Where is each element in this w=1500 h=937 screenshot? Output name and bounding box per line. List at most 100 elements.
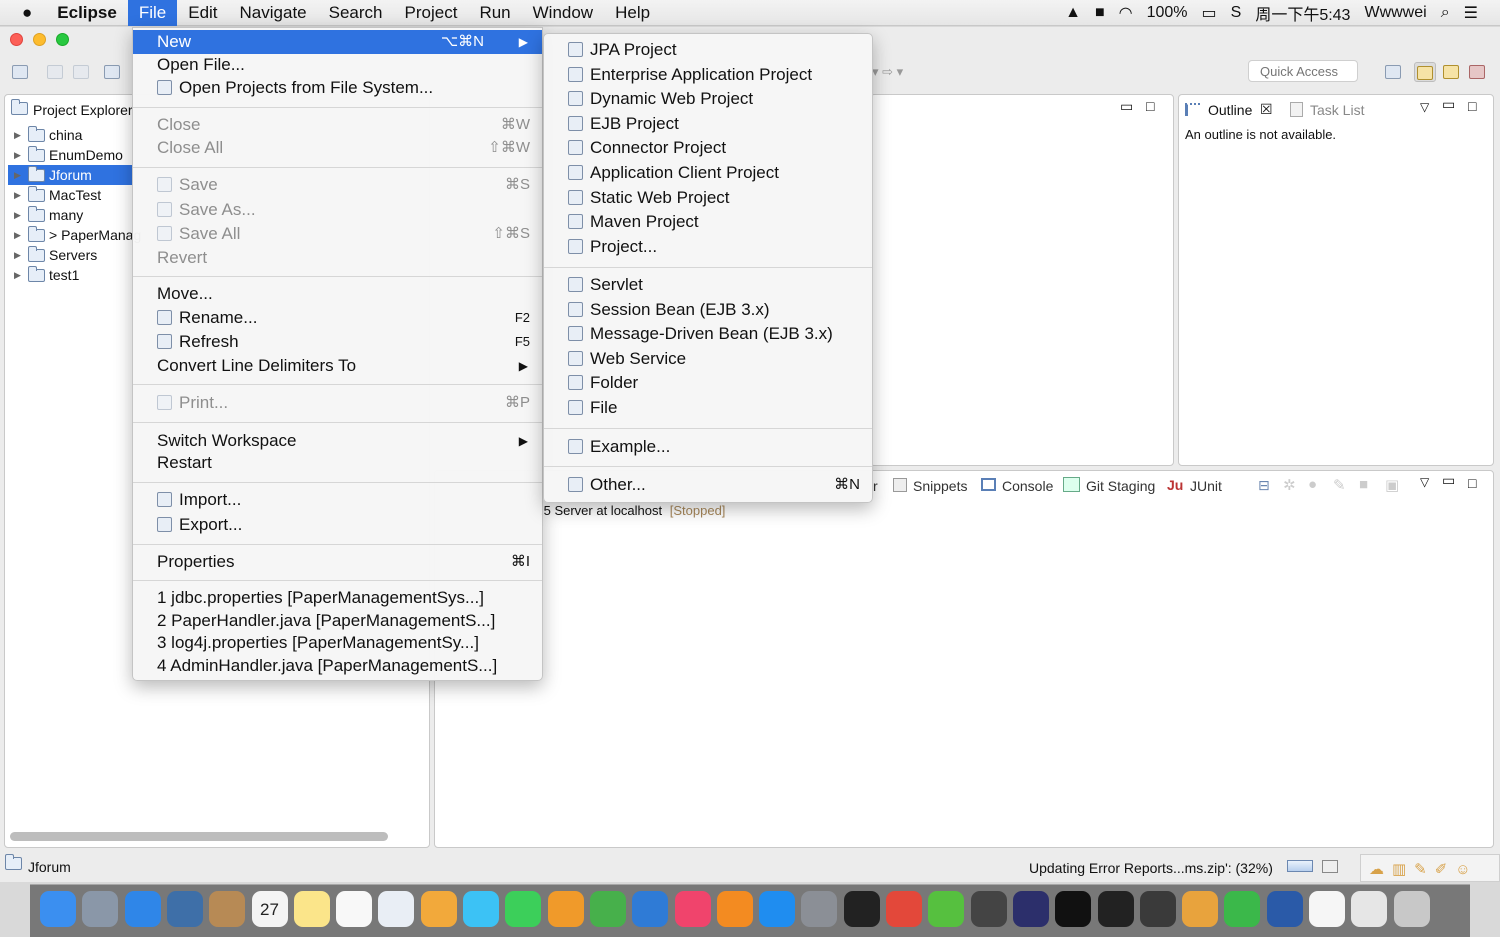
- menu-item-refresh[interactable]: Refresh F5: [133, 330, 542, 354]
- menu-run[interactable]: Run: [468, 0, 521, 26]
- minimize-bottom-icon[interactable]: ▭: [1442, 472, 1455, 489]
- open-perspective-icon[interactable]: [1382, 62, 1404, 82]
- submenu-item[interactable]: Dynamic Web Project: [544, 87, 872, 111]
- evernote-icon[interactable]: [928, 891, 965, 927]
- expand-arrow-icon[interactable]: ▶: [14, 225, 24, 245]
- maximize-editor-icon[interactable]: □: [1146, 98, 1154, 114]
- notification-center-icon[interactable]: ☰: [1464, 3, 1478, 23]
- submenu-item[interactable]: Enterprise Application Project: [544, 63, 872, 87]
- database-perspective-icon[interactable]: [1440, 62, 1462, 82]
- save-toolbar-button[interactable]: [44, 62, 66, 82]
- save-all-toolbar-button[interactable]: [70, 62, 92, 82]
- tree-item[interactable]: ▶ many: [14, 205, 83, 225]
- expand-arrow-icon[interactable]: ▶: [14, 245, 24, 265]
- submenu-item[interactable]: Project...: [544, 235, 872, 259]
- app-menu[interactable]: Eclipse: [46, 0, 128, 26]
- javaee-perspective-icon[interactable]: [1414, 62, 1436, 82]
- spotlight-icon[interactable]: ⌕: [1441, 4, 1450, 22]
- pages-icon[interactable]: [547, 891, 584, 927]
- battery-icon[interactable]: ▭: [1202, 3, 1217, 23]
- keynote-icon[interactable]: [632, 891, 669, 927]
- apple-icon[interactable]: ●: [0, 0, 46, 26]
- menu-item-close-all[interactable]: Close All ⇧⌘W: [133, 136, 542, 160]
- document-icon[interactable]: [1309, 891, 1345, 927]
- menu-item-print[interactable]: Print... ⌘P: [133, 391, 542, 415]
- sequel-icon[interactable]: [1182, 891, 1219, 927]
- notes-icon[interactable]: [293, 891, 330, 927]
- forward-nav-icon[interactable]: ▾ ⇨ ▾: [872, 64, 903, 80]
- menu-item-open-file[interactable]: Open File...: [133, 53, 542, 77]
- photos-viewer-icon[interactable]: [378, 891, 415, 927]
- terminal-icon[interactable]: [843, 891, 880, 927]
- tab-git-staging[interactable]: Git Staging: [1086, 478, 1155, 494]
- menu-item-revert[interactable]: Revert: [133, 246, 542, 270]
- menu-item-close[interactable]: Close ⌘W: [133, 113, 542, 137]
- submenu-item[interactable]: EJB Project: [544, 112, 872, 136]
- photos-icon[interactable]: [420, 891, 457, 927]
- collapse-all-icon[interactable]: ⊟: [1258, 477, 1270, 494]
- menu-item-recent-file[interactable]: 3 log4j.properties [PaperManagementSy...…: [133, 631, 542, 655]
- server-publish-icon[interactable]: ▣: [1385, 476, 1399, 494]
- expand-arrow-icon[interactable]: ▶: [14, 125, 24, 145]
- numbers-icon[interactable]: [589, 891, 626, 927]
- messages-icon[interactable]: [463, 891, 499, 927]
- system-preferences-icon[interactable]: [801, 891, 838, 927]
- submenu-item[interactable]: Application Client Project: [544, 161, 872, 185]
- menu-item-recent-file[interactable]: 1 jdbc.properties [PaperManagementSys...…: [133, 586, 542, 610]
- submenu-item[interactable]: Connector Project: [544, 136, 872, 160]
- facetime-icon[interactable]: [505, 891, 542, 927]
- contacts-icon[interactable]: [209, 891, 246, 927]
- safari-icon[interactable]: [124, 891, 161, 927]
- expand-arrow-icon[interactable]: ▶: [14, 265, 24, 285]
- status-progress-text[interactable]: Updating Error Reports...ms.zip': (32%): [1029, 860, 1273, 876]
- word-icon[interactable]: [1266, 891, 1303, 927]
- sogou-icon[interactable]: S: [1231, 4, 1242, 22]
- tab-console[interactable]: Console: [1002, 478, 1053, 494]
- quick-access-input[interactable]: [1248, 60, 1358, 82]
- tree-item[interactable]: ▶ Servers: [14, 245, 97, 265]
- preview-icon[interactable]: [166, 891, 203, 927]
- wechat-icon[interactable]: [1224, 891, 1261, 927]
- menu-item-rename[interactable]: Rename... F2: [133, 306, 542, 330]
- minimize-editor-icon[interactable]: ▭: [1120, 98, 1133, 115]
- submenu-item[interactable]: Folder: [544, 371, 872, 395]
- shield-icon[interactable]: ■: [1095, 4, 1105, 22]
- menu-item-convert-line-delimiters[interactable]: Convert Line Delimiters To ▶: [133, 354, 542, 378]
- app-store-icon[interactable]: [759, 891, 796, 927]
- submenu-item[interactable]: Web Service: [544, 347, 872, 371]
- menu-item-save-all[interactable]: Save All ⇧⌘S: [133, 222, 542, 246]
- menu-file[interactable]: File: [127, 0, 178, 26]
- progress-view-icon[interactable]: [1322, 860, 1338, 873]
- chrome-icon[interactable]: [886, 891, 922, 927]
- server-debug-icon[interactable]: ✲: [1283, 476, 1296, 494]
- menu-item-export[interactable]: Export...: [133, 513, 542, 537]
- tree-item[interactable]: ▶ > PaperManag: [14, 225, 141, 245]
- server-start-icon[interactable]: ●: [1308, 476, 1317, 493]
- menu-item-recent-file[interactable]: 2 PaperHandler.java [PaperManagementS...…: [133, 609, 542, 633]
- calendar-icon[interactable]: 27: [251, 891, 288, 927]
- server-stop-icon[interactable]: ■: [1359, 476, 1368, 493]
- tab-junit[interactable]: JUnit: [1190, 478, 1222, 494]
- launchpad-icon[interactable]: [82, 891, 119, 927]
- server-entry[interactable]: .5 Server at localhost [Stopped]: [540, 503, 725, 518]
- trash-icon[interactable]: [1393, 891, 1430, 927]
- submenu-item[interactable]: Session Bean (EJB 3.x): [544, 298, 872, 322]
- tree-item[interactable]: ▶ china: [14, 125, 82, 145]
- menu-navigate[interactable]: Navigate: [229, 0, 318, 26]
- status-tray-icons[interactable]: ☁▥✎✐☺: [1360, 854, 1500, 882]
- reminders-icon[interactable]: [336, 891, 373, 927]
- submenu-item[interactable]: Servlet: [544, 273, 872, 297]
- view-menu-icon[interactable]: ▽: [1420, 475, 1429, 489]
- battery-percent[interactable]: 100%: [1147, 4, 1188, 22]
- expand-arrow-icon[interactable]: ▶: [14, 185, 24, 205]
- qq-icon[interactable]: ▲: [1065, 4, 1081, 22]
- submenu-item[interactable]: Message-Driven Bean (EJB 3.x): [544, 322, 872, 346]
- maximize-outline-icon[interactable]: □: [1468, 98, 1476, 114]
- menu-item-open-projects[interactable]: Open Projects from File System...: [133, 76, 542, 100]
- submenu-item[interactable]: Static Web Project: [544, 186, 872, 210]
- minimize-outline-icon[interactable]: ▭: [1442, 96, 1455, 113]
- tree-item[interactable]: ▶ EnumDemo: [14, 145, 123, 165]
- menu-window[interactable]: Window: [522, 0, 604, 26]
- menu-project[interactable]: Project: [394, 0, 469, 26]
- submenu-item[interactable]: File: [544, 396, 872, 420]
